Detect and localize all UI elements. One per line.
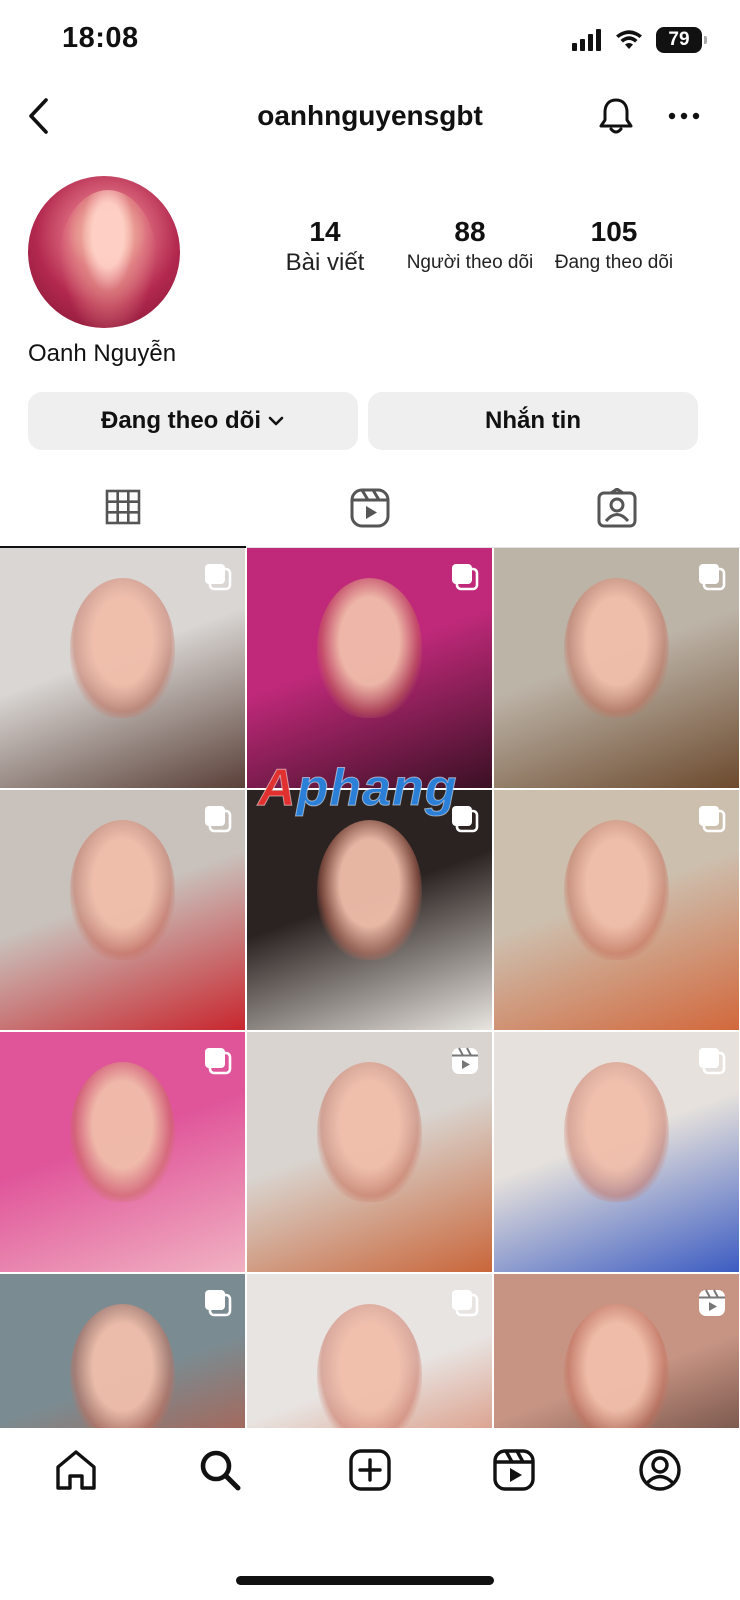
nav-search[interactable] xyxy=(190,1442,250,1498)
status-time: 18:08 xyxy=(62,22,139,54)
status-bar: 18:08 79 xyxy=(0,0,740,80)
carousel-badge-icon xyxy=(697,562,727,597)
nav-reels[interactable] xyxy=(484,1442,544,1498)
nav-home[interactable] xyxy=(46,1442,106,1498)
post-photo xyxy=(564,820,669,960)
message-button-label: Nhắn tin xyxy=(485,407,581,434)
tab-posts-grid[interactable] xyxy=(0,468,246,548)
wifi-icon xyxy=(616,30,642,49)
profile-display-name: Oanh Nguyễn xyxy=(28,340,177,367)
bottom-navigation xyxy=(0,1428,740,1508)
post-photo xyxy=(317,1304,422,1428)
status-icons: 79 xyxy=(572,26,707,54)
home-icon xyxy=(56,1450,96,1490)
posts-count-label: Bài viết xyxy=(285,249,365,276)
post-tile[interactable] xyxy=(494,1274,739,1428)
avatar-photo xyxy=(58,190,158,328)
post-tile[interactable] xyxy=(494,1032,739,1272)
following-count[interactable]: 105 Đang theo dõi xyxy=(546,216,682,278)
nav-profile[interactable] xyxy=(630,1442,690,1498)
chevron-down-icon xyxy=(268,416,284,426)
carousel-badge-icon xyxy=(697,1046,727,1081)
post-photo xyxy=(564,1062,669,1202)
message-button[interactable]: Nhắn tin xyxy=(368,392,698,450)
post-tile[interactable] xyxy=(0,548,245,788)
carousel-badge-icon xyxy=(450,1288,480,1323)
carousel-badge-icon xyxy=(203,804,233,839)
post-tile[interactable] xyxy=(0,1274,245,1428)
carousel-badge-icon xyxy=(203,1046,233,1081)
post-tile[interactable] xyxy=(247,790,492,1030)
watermark-rest: phang xyxy=(296,759,458,818)
post-tile[interactable] xyxy=(494,548,739,788)
profile-header: oanhnguyensgbt xyxy=(0,82,740,154)
more-options-button[interactable] xyxy=(660,94,708,138)
post-photo xyxy=(70,820,175,960)
post-tile[interactable] xyxy=(494,790,739,1030)
carousel-badge-icon xyxy=(203,1288,233,1323)
reels-icon xyxy=(350,488,390,528)
post-photo xyxy=(70,578,175,718)
profile-tabs xyxy=(0,468,740,548)
post-photo xyxy=(317,1062,422,1202)
tab-tagged[interactable] xyxy=(494,468,740,548)
carousel-badge-icon xyxy=(203,562,233,597)
followers-count-value: 88 xyxy=(454,216,486,247)
post-tile[interactable] xyxy=(247,1032,492,1272)
home-indicator xyxy=(236,1576,494,1585)
post-photo xyxy=(317,820,422,960)
reel-badge-icon xyxy=(450,1046,480,1081)
more-icon xyxy=(668,112,700,120)
notifications-button[interactable] xyxy=(592,92,640,140)
reel-badge-icon xyxy=(697,1288,727,1323)
posts-grid xyxy=(0,548,740,1428)
following-button[interactable]: Đang theo dõi xyxy=(28,392,358,450)
tab-reels[interactable] xyxy=(247,468,493,548)
profile-actions: Đang theo dõi Nhắn tin xyxy=(28,392,712,450)
post-tile[interactable] xyxy=(247,1274,492,1428)
profile-icon xyxy=(639,1449,681,1491)
post-photo xyxy=(564,1304,669,1428)
reels-icon xyxy=(493,1449,535,1491)
followers-count-label: Người theo dõi xyxy=(406,252,534,273)
followers-count[interactable]: 88 Người theo dõi xyxy=(400,216,540,278)
signal-icon xyxy=(572,29,601,51)
post-tile[interactable] xyxy=(0,1032,245,1272)
following-count-label: Đang theo dõi xyxy=(554,252,674,273)
carousel-badge-icon xyxy=(450,562,480,597)
posts-count-value: 14 xyxy=(309,216,341,247)
watermark-logo: Aphang xyxy=(258,758,458,818)
following-count-value: 105 xyxy=(590,216,638,247)
post-tile[interactable] xyxy=(247,548,492,788)
post-photo xyxy=(70,1062,175,1202)
bell-icon xyxy=(599,98,633,134)
post-photo xyxy=(564,578,669,718)
posts-count[interactable]: 14 Bài viết xyxy=(270,216,380,278)
create-icon xyxy=(349,1449,391,1491)
tagged-icon xyxy=(597,488,637,528)
post-tile[interactable] xyxy=(0,790,245,1030)
profile-stats: 14 Bài viết 88 Người theo dõi 105 Đang t… xyxy=(270,216,690,286)
watermark-first: A xyxy=(258,759,297,818)
search-icon xyxy=(200,1450,241,1491)
post-photo xyxy=(70,1304,175,1428)
following-button-label: Đang theo dõi xyxy=(101,407,261,434)
carousel-badge-icon xyxy=(697,804,727,839)
profile-avatar[interactable] xyxy=(28,176,180,328)
post-photo xyxy=(317,578,422,718)
grid-icon xyxy=(105,489,141,525)
nav-create[interactable] xyxy=(340,1442,400,1498)
battery-indicator: 79 xyxy=(656,27,707,53)
